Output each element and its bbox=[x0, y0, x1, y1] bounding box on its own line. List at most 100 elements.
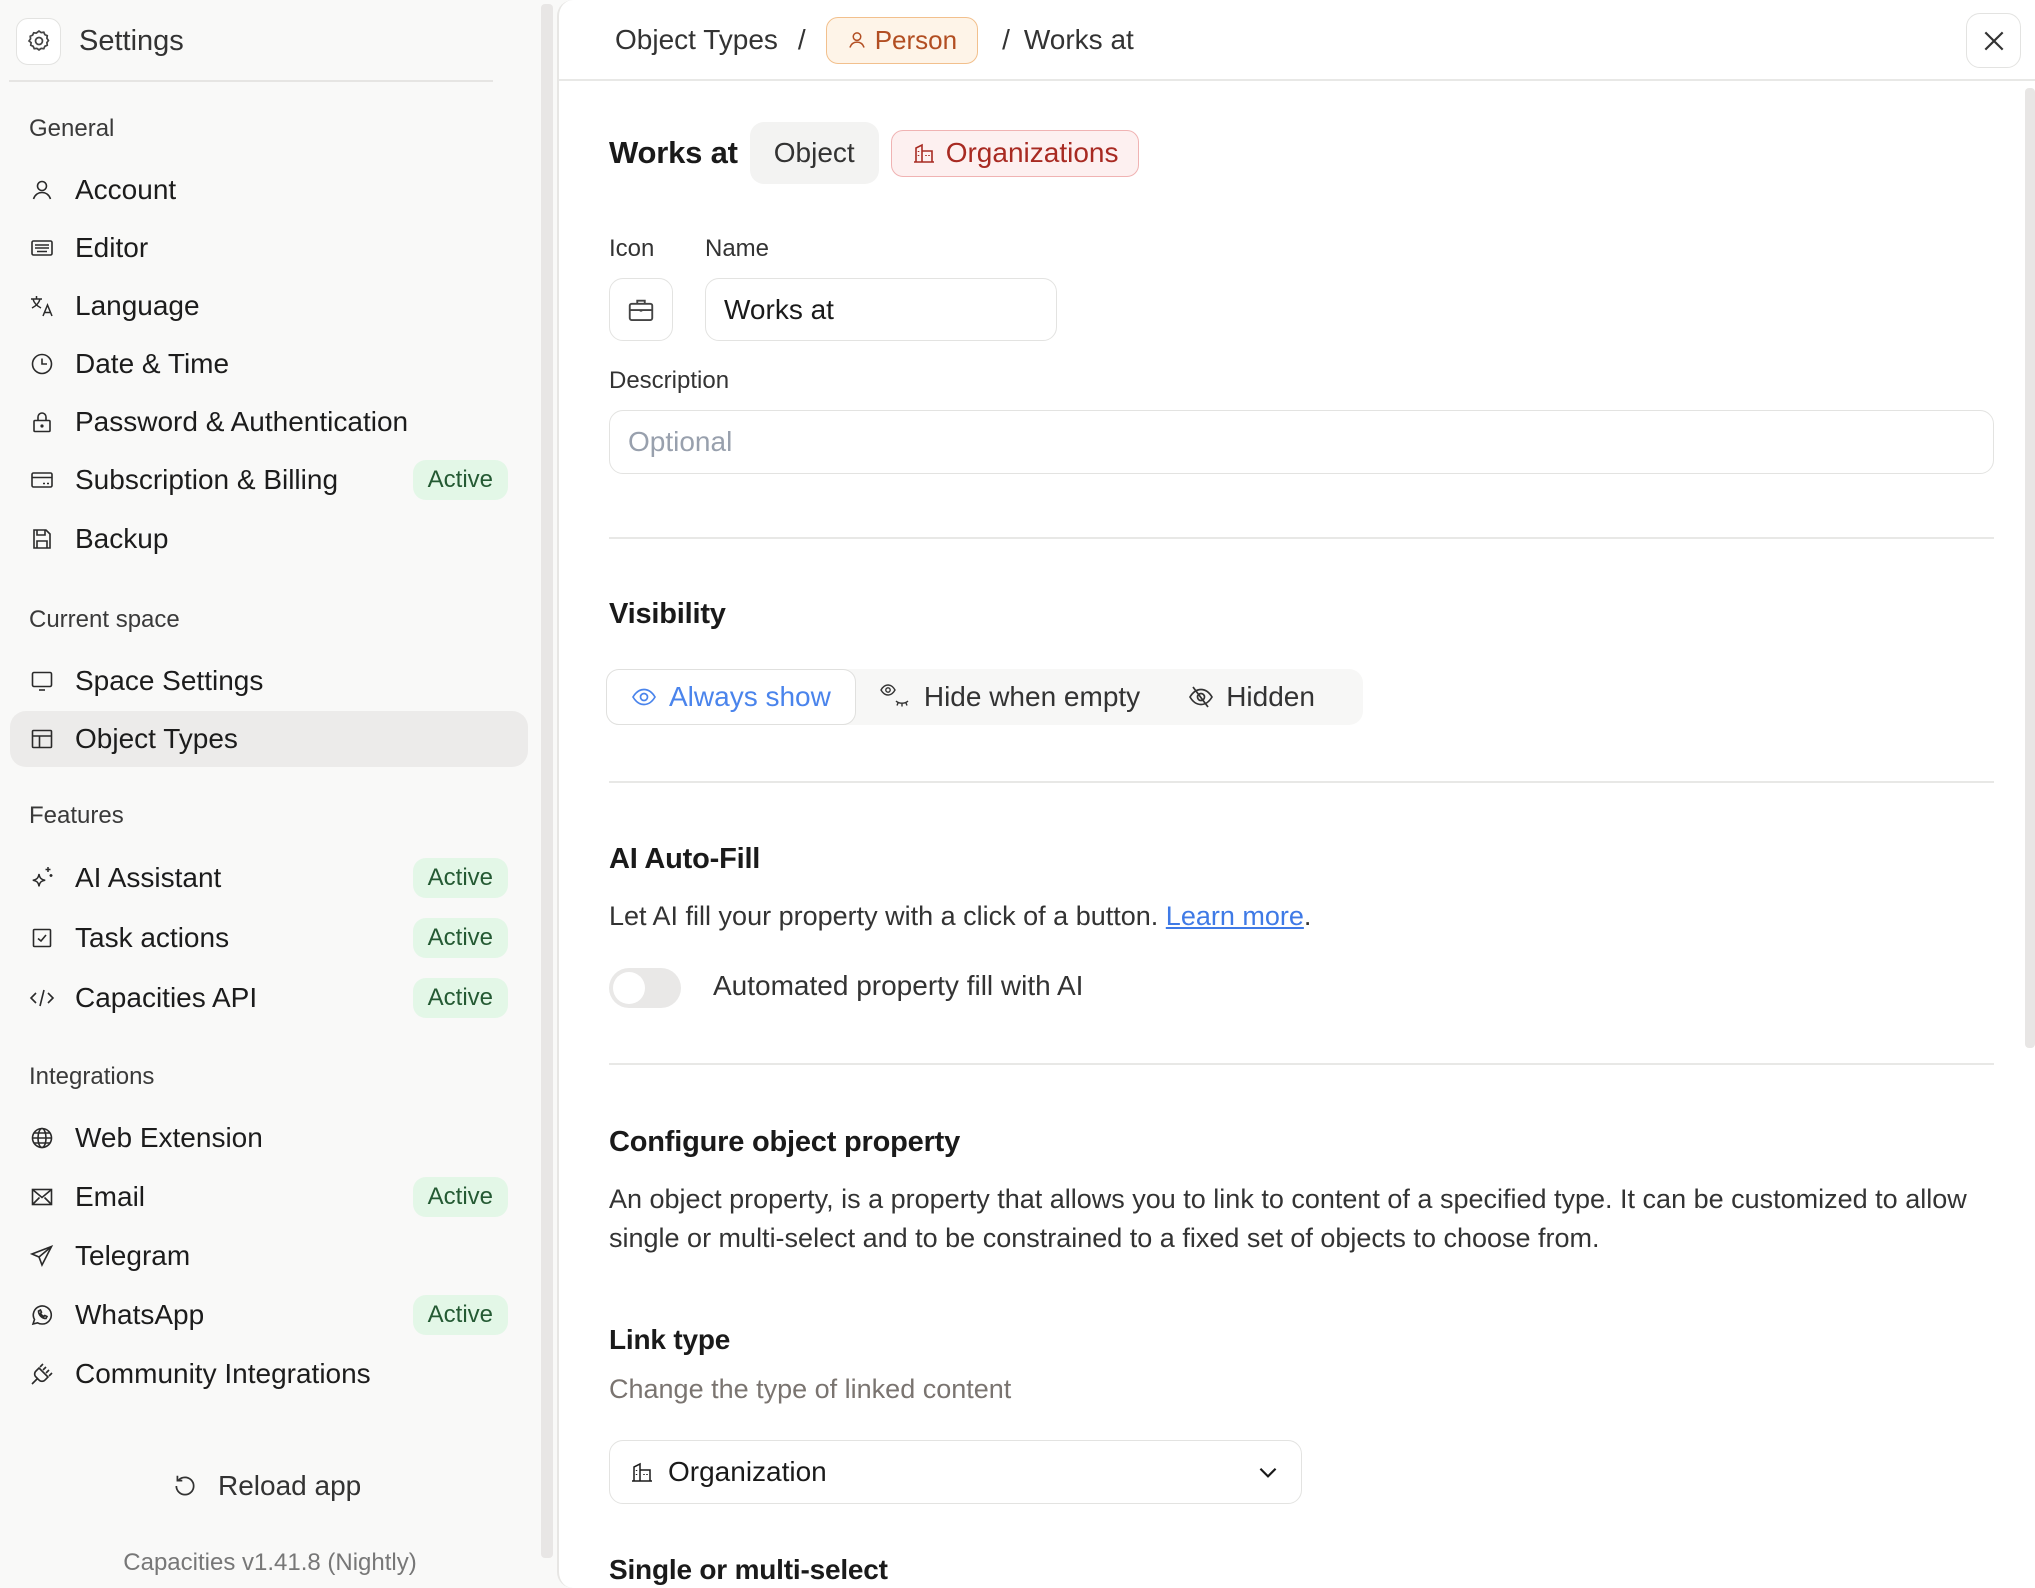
sidebar-item-label: AI Assistant bbox=[75, 862, 222, 893]
sidebar-item-community-integrations[interactable]: Community Integrations bbox=[10, 1346, 528, 1402]
target-type-label: Organizations bbox=[945, 137, 1119, 168]
sidebar-item-label: Web Extension bbox=[75, 1122, 263, 1153]
keyboard-icon bbox=[28, 236, 56, 260]
visibility-selector: Always show Hide when empty Hidden bbox=[606, 669, 1363, 725]
visibility-option-label: Hide when empty bbox=[923, 681, 1141, 712]
sidebar-item-telegram[interactable]: Telegram bbox=[10, 1228, 528, 1284]
plug-icon bbox=[28, 1362, 56, 1386]
user-icon bbox=[28, 178, 56, 202]
visibility-option-always-show[interactable]: Always show bbox=[606, 669, 856, 725]
refresh-icon bbox=[172, 1473, 198, 1499]
close-icon bbox=[1981, 28, 2007, 54]
divider bbox=[609, 781, 1994, 783]
breadcrumb-object-types[interactable]: Object Types bbox=[615, 24, 778, 56]
description-label: Description bbox=[609, 367, 730, 394]
sidebar-item-label: Backup bbox=[75, 523, 169, 554]
close-button[interactable] bbox=[1966, 13, 2021, 68]
section-label-integrations: Integrations bbox=[29, 1063, 155, 1090]
sidebar-item-label: Object Types bbox=[75, 723, 238, 754]
eye-closed-icon bbox=[880, 683, 912, 711]
sidebar-item-ai-assistant[interactable]: AI Assistant Active bbox=[10, 850, 528, 906]
icon-picker-button[interactable] bbox=[609, 278, 673, 341]
visibility-option-hidden[interactable]: Hidden bbox=[1164, 669, 1339, 725]
eye-off-icon bbox=[1188, 685, 1214, 709]
ai-autofill-toggle[interactable] bbox=[609, 968, 681, 1008]
sidebar-item-label: Account bbox=[75, 174, 177, 205]
sidebar-title: Settings bbox=[79, 24, 184, 57]
divider bbox=[609, 537, 1994, 539]
name-input[interactable] bbox=[705, 278, 1057, 341]
sidebar-item-password-authentication[interactable]: Password & Authentication bbox=[10, 394, 528, 450]
sidebar-item-label: Language bbox=[75, 290, 200, 321]
property-kind-chip: Object bbox=[749, 122, 879, 184]
floppy-disk-icon bbox=[28, 527, 56, 551]
sidebar-item-web-extension[interactable]: Web Extension bbox=[10, 1110, 528, 1166]
sidebar-divider bbox=[9, 80, 493, 82]
select-mode-title: Single or multi-select bbox=[609, 1554, 888, 1585]
icon-label: Icon bbox=[609, 235, 655, 262]
sidebar-item-language[interactable]: Language bbox=[10, 278, 528, 334]
sidebar-item-account[interactable]: Account bbox=[10, 162, 528, 218]
breadcrumb-separator: / bbox=[797, 24, 806, 55]
target-type-chip[interactable]: Organizations bbox=[890, 129, 1140, 177]
app-version: Capacities v1.41.8 (Nightly) bbox=[123, 1549, 417, 1576]
sidebar-item-capacities-api[interactable]: Capacities API Active bbox=[10, 970, 528, 1026]
status-badge: Active bbox=[412, 978, 508, 1018]
visibility-option-label: Always show bbox=[669, 681, 831, 712]
sidebar-item-date-time[interactable]: Date & Time bbox=[10, 336, 528, 392]
panel-scrollbar[interactable] bbox=[2025, 88, 2035, 1048]
section-label-current-space: Current space bbox=[29, 606, 180, 633]
link-type-select[interactable]: Organization bbox=[609, 1440, 1302, 1504]
panel-header: Object Types / Person / Works at bbox=[559, 0, 2035, 81]
sidebar-item-editor[interactable]: Editor bbox=[10, 220, 528, 276]
status-badge: Active bbox=[412, 460, 508, 500]
layout-icon bbox=[28, 727, 56, 751]
sidebar-item-object-types[interactable]: Object Types bbox=[10, 711, 528, 767]
building-icon bbox=[912, 141, 936, 165]
breadcrumb-separator: / bbox=[1002, 24, 1010, 55]
lock-icon bbox=[28, 410, 56, 434]
gear-icon bbox=[16, 17, 61, 65]
property-header: Works at Object Organizations bbox=[609, 122, 1140, 184]
section-label-general: General bbox=[29, 115, 115, 142]
visibility-option-hide-when-empty[interactable]: Hide when empty bbox=[856, 669, 1164, 725]
sidebar-item-email[interactable]: Email Active bbox=[10, 1169, 528, 1225]
settings-sidebar: Settings General Account Editor Language… bbox=[0, 0, 553, 1588]
sidebar-header: Settings bbox=[16, 17, 184, 65]
toggle-knob bbox=[613, 972, 645, 1004]
ai-autofill-description: Let AI fill your property with a click o… bbox=[609, 897, 1311, 936]
code-icon bbox=[28, 986, 56, 1010]
clock-icon bbox=[28, 352, 56, 376]
ai-autofill-text: Let AI fill your property with a click o… bbox=[609, 901, 1159, 931]
divider bbox=[609, 1063, 1994, 1065]
reload-app-button[interactable]: Reload app bbox=[172, 1470, 361, 1502]
description-input[interactable] bbox=[609, 410, 1994, 474]
breadcrumb: Object Types / Person / Works at bbox=[615, 16, 1134, 64]
visibility-option-label: Hidden bbox=[1226, 681, 1315, 712]
sidebar-item-label: Subscription & Billing bbox=[75, 464, 339, 495]
sidebar-item-subscription-billing[interactable]: Subscription & Billing Active bbox=[10, 452, 528, 508]
sparkle-icon bbox=[28, 865, 56, 891]
breadcrumb-person-chip[interactable]: Person bbox=[825, 16, 979, 64]
link-type-value: Organization bbox=[668, 1456, 827, 1487]
envelope-icon bbox=[28, 1185, 56, 1209]
sidebar-item-task-actions[interactable]: Task actions Active bbox=[10, 910, 528, 966]
link-type-subtitle: Change the type of linked content bbox=[609, 1374, 1012, 1404]
sidebar-item-label: Community Integrations bbox=[75, 1358, 371, 1389]
sidebar-item-space-settings[interactable]: Space Settings bbox=[10, 653, 528, 709]
sidebar-item-label: Email bbox=[75, 1181, 146, 1212]
property-title: Works at bbox=[609, 135, 738, 170]
ai-autofill-title: AI Auto-Fill bbox=[609, 843, 761, 875]
translate-icon bbox=[28, 294, 56, 318]
paper-plane-icon bbox=[28, 1244, 56, 1268]
sidebar-item-whatsapp[interactable]: WhatsApp Active bbox=[10, 1287, 528, 1343]
status-badge: Active bbox=[412, 1177, 508, 1217]
building-icon bbox=[630, 1460, 654, 1484]
configure-title: Configure object property bbox=[609, 1126, 961, 1158]
sidebar-scrollbar[interactable] bbox=[541, 4, 553, 1558]
sidebar-item-label: Task actions bbox=[75, 922, 230, 953]
status-badge: Active bbox=[412, 858, 508, 898]
sidebar-item-backup[interactable]: Backup bbox=[10, 511, 528, 567]
configure-description: An object property, is a property that a… bbox=[609, 1184, 1967, 1253]
learn-more-link[interactable]: Learn more bbox=[1166, 901, 1304, 931]
